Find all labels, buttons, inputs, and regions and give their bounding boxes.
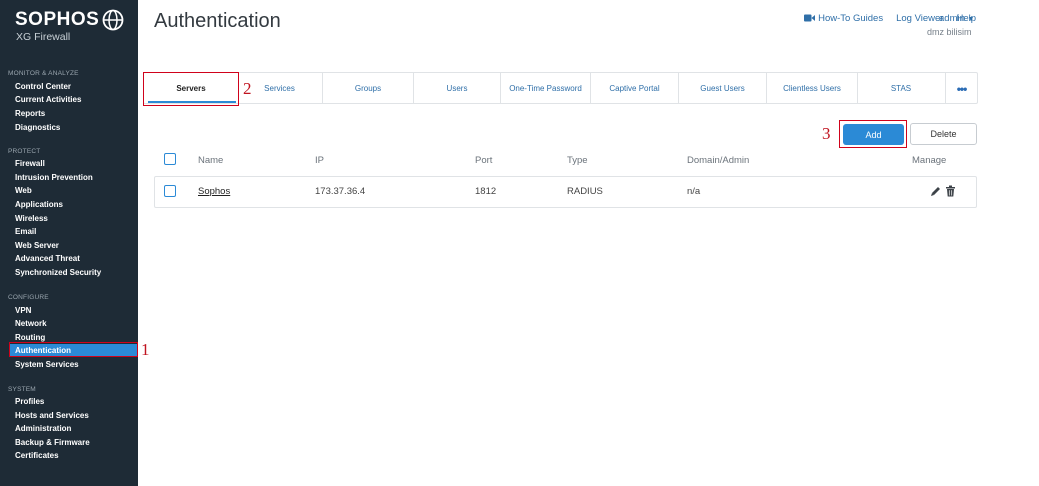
server-domain: n/a xyxy=(687,186,701,197)
column-header-ip[interactable]: IP xyxy=(315,155,324,166)
sidebar-item-administration[interactable]: Administration xyxy=(10,422,137,435)
row-checkbox[interactable] xyxy=(164,185,176,197)
table-row xyxy=(154,176,977,208)
sidebar-item-web[interactable]: Web xyxy=(10,184,137,197)
sidebar-item-firewall[interactable]: Firewall xyxy=(10,157,137,170)
organization-name: dmz bilisim xyxy=(927,27,972,37)
user-menu[interactable]: admin ▼ xyxy=(939,13,974,24)
sidebar-item-advanced-threat[interactable]: Advanced Threat xyxy=(10,252,137,265)
section-monitor-analyze: MONITOR & ANALYZE xyxy=(8,70,79,77)
sidebar-item-web-server[interactable]: Web Server xyxy=(10,239,137,252)
tab-more[interactable]: ••• xyxy=(946,73,977,104)
sidebar-item-wireless[interactable]: Wireless xyxy=(10,212,137,225)
sidebar-item-vpn[interactable]: VPN xyxy=(10,304,137,317)
sidebar-item-system-services[interactable]: System Services xyxy=(10,358,137,371)
column-header-domain-admin[interactable]: Domain/Admin xyxy=(687,155,749,166)
sidebar-item-intrusion-prevention[interactable]: Intrusion Prevention xyxy=(10,171,137,184)
tab-stas[interactable]: STAS xyxy=(858,73,944,104)
select-all-checkbox[interactable] xyxy=(164,153,176,165)
sidebar-item-email[interactable]: Email xyxy=(10,225,137,238)
pencil-icon[interactable] xyxy=(930,185,941,197)
how-to-guides-link[interactable]: How-To Guides xyxy=(804,13,883,24)
sidebar-item-profiles[interactable]: Profiles xyxy=(10,395,137,408)
sidebar-item-synchronized-security[interactable]: Synchronized Security xyxy=(10,266,137,279)
how-to-guides-label: How-To Guides xyxy=(818,13,884,24)
annotation-step-1: 1 xyxy=(141,340,150,359)
column-header-port[interactable]: Port xyxy=(475,155,492,166)
log-viewer-link[interactable]: Log Viewer xyxy=(896,13,943,24)
user-name: admin xyxy=(939,13,965,24)
product-name: XG Firewall xyxy=(16,31,71,43)
server-ip: 173.37.36.4 xyxy=(315,186,366,197)
column-header-name[interactable]: Name xyxy=(198,155,223,166)
trash-icon[interactable] xyxy=(945,185,956,197)
video-camera-icon xyxy=(804,14,816,22)
brand-name: SOPHOS xyxy=(15,9,100,30)
sidebar-item-hosts-and-services[interactable]: Hosts and Services xyxy=(10,409,137,422)
add-button[interactable]: Add xyxy=(843,124,904,145)
more-icon: ••• xyxy=(956,81,968,96)
globe-icon xyxy=(102,9,124,31)
tab-groups[interactable]: Groups xyxy=(323,73,413,104)
sidebar-item-current-activities[interactable]: Current Activities xyxy=(10,93,137,106)
delete-button[interactable]: Delete xyxy=(910,123,977,145)
sidebar-item-network[interactable]: Network xyxy=(10,317,137,330)
annotation-step-3: 3 xyxy=(822,124,831,143)
annotation-highlight-authentication xyxy=(9,342,138,357)
annotation-step-2: 2 xyxy=(243,79,252,98)
server-name-link[interactable]: Sophos xyxy=(198,186,230,197)
annotation-highlight-servers-tab xyxy=(143,72,239,106)
chevron-down-icon: ▼ xyxy=(967,16,975,23)
sidebar-item-certificates[interactable]: Certificates xyxy=(10,449,137,462)
sidebar: SOPHOS XG Firewall MONITOR & ANALYZE Con… xyxy=(0,0,138,486)
tab-guest-users[interactable]: Guest Users xyxy=(679,73,766,104)
sidebar-item-diagnostics[interactable]: Diagnostics xyxy=(10,121,137,134)
sidebar-item-control-center[interactable]: Control Center xyxy=(10,80,137,93)
sidebar-item-applications[interactable]: Applications xyxy=(10,198,137,211)
tab-captive-portal[interactable]: Captive Portal xyxy=(591,73,678,104)
server-type: RADIUS xyxy=(567,186,603,197)
section-protect: PROTECT xyxy=(8,148,41,155)
sidebar-item-backup-firmware[interactable]: Backup & Firmware xyxy=(10,436,137,449)
sophos-logo[interactable]: SOPHOS XG Firewall xyxy=(15,9,127,43)
section-system: SYSTEM xyxy=(8,386,36,393)
column-header-manage: Manage xyxy=(912,155,947,166)
page-title: Authentication xyxy=(154,10,281,32)
tab-users[interactable]: Users xyxy=(414,73,500,104)
server-port: 1812 xyxy=(475,186,497,197)
sidebar-item-reports[interactable]: Reports xyxy=(10,107,137,120)
tab-clientless-users[interactable]: Clientless Users xyxy=(767,73,857,104)
tab-one-time-password[interactable]: One-Time Password xyxy=(501,73,590,104)
column-header-type[interactable]: Type xyxy=(567,155,588,166)
section-configure: CONFIGURE xyxy=(8,294,49,301)
